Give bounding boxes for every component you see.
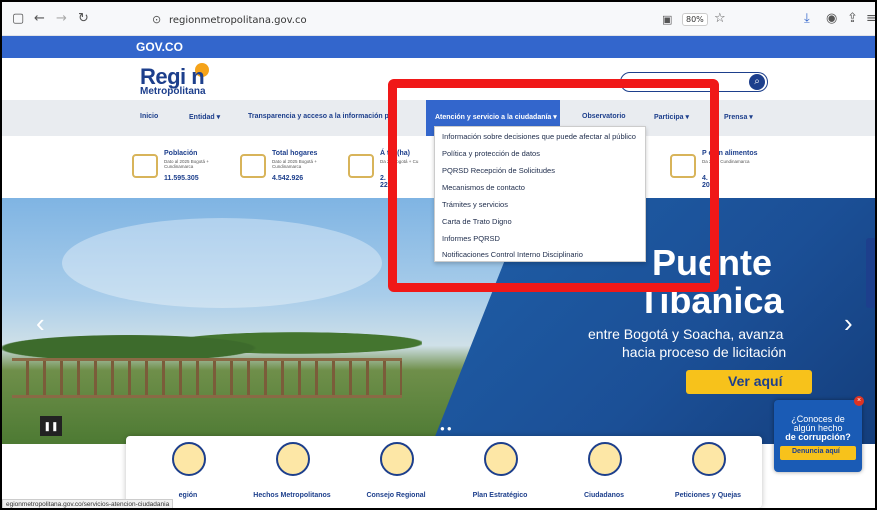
ver-aqui-button[interactable]: Ver aquí xyxy=(686,370,812,394)
highlight-annotation-box xyxy=(388,79,719,292)
card-plan-estrategico[interactable]: Plan Estratégico xyxy=(450,436,550,508)
card-ciudadanos[interactable]: Ciudadanos xyxy=(554,436,654,508)
city-people-icon xyxy=(588,442,622,476)
card-label: Peticiones y Quejas xyxy=(674,492,742,499)
card-peticiones-quejas[interactable]: Peticiones y Quejas xyxy=(658,436,758,508)
nav-transparencia[interactable]: Transparencia y acceso a la información … xyxy=(248,113,393,120)
stat-subtitle: Dato al 2025 Bogotá + Cundinamarca xyxy=(272,159,317,169)
back-icon[interactable]: ← xyxy=(34,11,45,26)
hero-photo-sky xyxy=(62,218,382,308)
carousel-dots[interactable]: ●● xyxy=(440,424,454,433)
stat-value: 4.542.926 xyxy=(272,175,304,182)
map-icon xyxy=(348,154,374,178)
quick-links-cards: egión Hechos Metropolitanos Consejo Regi… xyxy=(126,436,762,508)
status-bar-url: egionmetropolitana.gov.co/servicios-aten… xyxy=(2,499,174,508)
nav-entidad[interactable]: Entidad ▾ xyxy=(189,113,220,121)
gov-bar: GOV.CO xyxy=(2,36,875,58)
stat-value: 2. 22 xyxy=(380,175,388,189)
card-label: Plan Estratégico xyxy=(472,492,528,499)
reload-icon[interactable]: ↻ xyxy=(78,11,89,26)
abc-icon xyxy=(172,442,206,476)
stat-subtitle: Dato al 2025 Bogotá + Cundinamarca xyxy=(164,159,209,169)
corruption-text-3: de corrupción? xyxy=(785,432,851,442)
browser-window: ▢ ← → ↻ ⊙ regionmetropolitana.gov.co ▣ 8… xyxy=(2,2,875,508)
ver-aqui-label: Ver aquí xyxy=(728,373,783,389)
card-label: egión xyxy=(178,492,198,499)
corruption-widget[interactable]: ¿Conoces de algún hecho de corrupción? D… xyxy=(774,400,862,472)
hero-subtitle-2: hacia proceso de licitación xyxy=(622,344,787,360)
close-icon[interactable]: × xyxy=(854,396,864,406)
hero-subtitle: entre Bogotá y Soacha, avanza xyxy=(588,326,784,342)
carousel-pause-icon[interactable]: ❚❚ xyxy=(40,416,62,436)
lightbulb-icon xyxy=(276,442,310,476)
denuncia-button[interactable]: Denuncia aquí xyxy=(780,446,856,460)
card-hechos-metropolitanos[interactable]: Hechos Metropolitanos xyxy=(242,436,342,508)
reader-icon[interactable]: ▣ xyxy=(662,13,672,26)
bookmark-star-icon[interactable]: ☆ xyxy=(714,11,726,26)
share-icon[interactable]: ⇪ xyxy=(847,11,858,26)
card-label: Consejo Regional xyxy=(366,492,426,499)
map-pin-icon xyxy=(484,442,518,476)
card-label: Ciudadanos xyxy=(583,492,625,499)
carousel-prev-icon[interactable]: ‹ xyxy=(36,308,45,339)
accessibility-side-tab[interactable] xyxy=(866,238,875,308)
menu-icon[interactable]: ≡ xyxy=(866,11,875,26)
stat-value: 11.595.305 xyxy=(164,175,199,182)
forward-icon[interactable]: → xyxy=(56,11,67,26)
search-icon[interactable]: ⌕ xyxy=(749,74,765,90)
carousel-next-icon[interactable]: › xyxy=(844,308,853,339)
nav-inicio[interactable]: Inicio xyxy=(140,113,158,120)
people-icon xyxy=(132,154,158,178)
card-consejo-regional[interactable]: Consejo Regional xyxy=(346,436,446,508)
browser-toolbar: ▢ ← → ↻ ⊙ regionmetropolitana.gov.co ▣ 8… xyxy=(2,2,875,36)
card-label: Hechos Metropolitanos xyxy=(253,492,331,499)
address-bar[interactable]: regionmetropolitana.gov.co xyxy=(169,15,307,26)
gov-co-link[interactable]: GOV.CO xyxy=(136,40,183,54)
extensions-icon[interactable]: ◉ xyxy=(826,11,837,26)
meeting-icon xyxy=(380,442,414,476)
download-icon[interactable]: ⤓ xyxy=(804,11,810,26)
house-icon xyxy=(240,154,266,178)
zoom-level[interactable]: 80% xyxy=(682,13,708,26)
card-region[interactable]: egión xyxy=(138,436,238,508)
nav-prensa[interactable]: Prensa ▾ xyxy=(724,113,753,121)
stat-title: Total hogares xyxy=(272,150,318,157)
user-chat-icon xyxy=(692,442,726,476)
sidebar-toggle-icon[interactable]: ▢ xyxy=(12,11,24,26)
stat-title: Población xyxy=(164,150,198,157)
logo-metropolitana[interactable]: Metropolitana xyxy=(140,86,206,97)
site-info-icon[interactable]: ⊙ xyxy=(152,13,161,26)
denuncia-label: Denuncia aquí xyxy=(792,448,840,455)
hero-photo-bridge xyxy=(12,358,402,398)
